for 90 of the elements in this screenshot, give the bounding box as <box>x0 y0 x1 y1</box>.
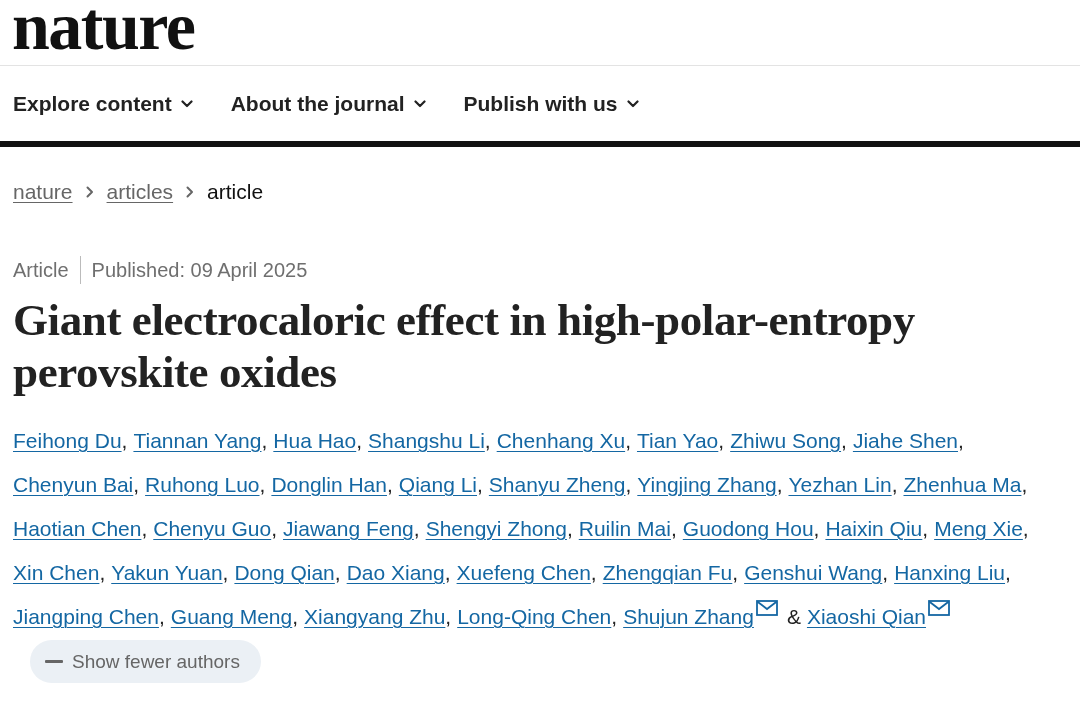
author-link[interactable]: Ruhong Luo <box>145 473 260 496</box>
author-separator: , <box>444 561 451 584</box>
show-fewer-authors-button[interactable]: Show fewer authors <box>30 640 261 683</box>
author-separator: , <box>625 473 632 496</box>
author-link[interactable]: Yakun Yuan <box>111 561 223 584</box>
author-link[interactable]: Haotian Chen <box>13 517 142 540</box>
chevron-right-icon <box>186 186 195 198</box>
author-link[interactable]: Zhiwu Song <box>730 429 842 452</box>
author-link[interactable]: Jiangping Chen <box>13 605 159 628</box>
chevron-right-icon <box>85 186 94 198</box>
author-link[interactable]: Chenhang Xu <box>496 429 626 452</box>
author-link[interactable]: Donglin Han <box>271 473 387 496</box>
author-separator: , <box>259 473 266 496</box>
author-separator: , <box>445 605 452 628</box>
author-separator: , <box>356 429 363 452</box>
author-link[interactable]: Shangshu Li <box>368 429 485 452</box>
author-separator: , <box>133 473 140 496</box>
author-link[interactable]: Tian Yao <box>636 429 719 452</box>
author-link[interactable]: Shanyu Zheng <box>488 473 626 496</box>
author-link[interactable]: Chenyu Guo <box>153 517 272 540</box>
author-separator: , <box>611 605 618 628</box>
author-separator: , <box>99 561 106 584</box>
author-separator: , <box>625 429 631 452</box>
author-separator: , <box>813 517 820 540</box>
author-separator: , <box>670 517 677 540</box>
author-separator: , <box>841 429 847 452</box>
breadcrumb-link[interactable]: nature <box>13 180 73 203</box>
author-link[interactable]: Xuefeng Chen <box>456 561 591 584</box>
author-separator: , <box>1021 473 1028 496</box>
author-separator: , <box>718 429 725 452</box>
author-separator: , <box>386 473 393 496</box>
author-link[interactable]: Dao Xiang <box>346 561 445 584</box>
author-separator: , <box>292 605 299 628</box>
author-separator: , <box>271 517 278 540</box>
author-link[interactable]: Tiannan Yang <box>133 429 262 452</box>
envelope-icon[interactable] <box>755 600 778 616</box>
author-link[interactable]: Feihong Du <box>13 429 122 452</box>
nature-logo[interactable]: nature <box>12 0 195 52</box>
article-type-label: Article <box>13 258 69 283</box>
author-link[interactable]: Xin Chen <box>13 561 100 584</box>
author-separator: , <box>121 429 128 452</box>
author-separator: & <box>786 605 801 628</box>
author-separator: , <box>590 561 597 584</box>
author-link[interactable]: Hua Hao <box>273 429 357 452</box>
author-link[interactable]: Meng Xie <box>934 517 1023 540</box>
author-link[interactable]: Guang Meng <box>170 605 293 628</box>
published-date: Published: 09 April 2025 <box>91 258 308 283</box>
envelope-icon[interactable] <box>928 600 950 616</box>
breadcrumb-current: article <box>207 180 264 203</box>
author-link[interactable]: Zhenhua Ma <box>903 473 1022 496</box>
author-separator: , <box>477 473 483 496</box>
article-title: Giant electrocaloric effect in high-polar-entropy perovskite oxides <box>13 294 916 398</box>
author-separator: , <box>484 429 491 452</box>
nav-menu-button[interactable]: About the journal <box>230 91 426 116</box>
nav-menu-button[interactable]: Explore content <box>13 91 193 116</box>
author-link[interactable]: Hanxing Liu <box>894 561 1006 584</box>
author-link[interactable]: Qiang Li <box>398 473 477 496</box>
author-separator: , <box>141 517 148 540</box>
author-separator: , <box>1005 561 1011 584</box>
author-link[interactable]: Xiaoshi Qian <box>806 605 926 628</box>
author-link[interactable]: Zhengqian Fu <box>602 561 733 584</box>
author-separator: , <box>922 517 929 540</box>
author-link[interactable]: Yezhan Lin <box>788 473 892 496</box>
author-link[interactable]: Genshui Wang <box>744 561 883 584</box>
author-separator: , <box>1022 517 1029 540</box>
author-separator: , <box>958 429 964 452</box>
author-separator: , <box>882 561 889 584</box>
author-link[interactable]: Guodong Hou <box>682 517 814 540</box>
author-link[interactable]: Haixin Qiu <box>825 517 923 540</box>
author-separator: , <box>891 473 898 496</box>
author-link[interactable]: Jiahe Shen <box>852 429 958 452</box>
author-separator: , <box>222 561 229 584</box>
author-link[interactable]: Chenyun Bai <box>13 473 134 496</box>
author-link[interactable]: Xiangyang Zhu <box>304 605 446 628</box>
author-link[interactable]: Long-Qing Chen <box>457 605 612 628</box>
author-separator: , <box>732 561 739 584</box>
author-link[interactable]: Jiawang Feng <box>283 517 414 540</box>
author-separator: , <box>776 473 783 496</box>
author-separator: , <box>158 605 165 628</box>
author-link[interactable]: Dong Qian <box>234 561 335 584</box>
author-separator: , <box>413 517 420 540</box>
breadcrumb-link[interactable]: articles <box>106 180 174 203</box>
author-link[interactable]: Shujun Zhang <box>623 605 754 628</box>
author-separator: , <box>566 517 573 540</box>
author-link[interactable]: Yingjing Zhang <box>637 473 777 496</box>
author-separator: , <box>261 429 268 452</box>
author-link[interactable]: Ruilin Mai <box>578 517 671 540</box>
author-link[interactable]: Shengyi Zhong <box>425 517 567 540</box>
nav-menu-button[interactable]: Publish with us <box>463 91 639 116</box>
author-separator: , <box>334 561 341 584</box>
